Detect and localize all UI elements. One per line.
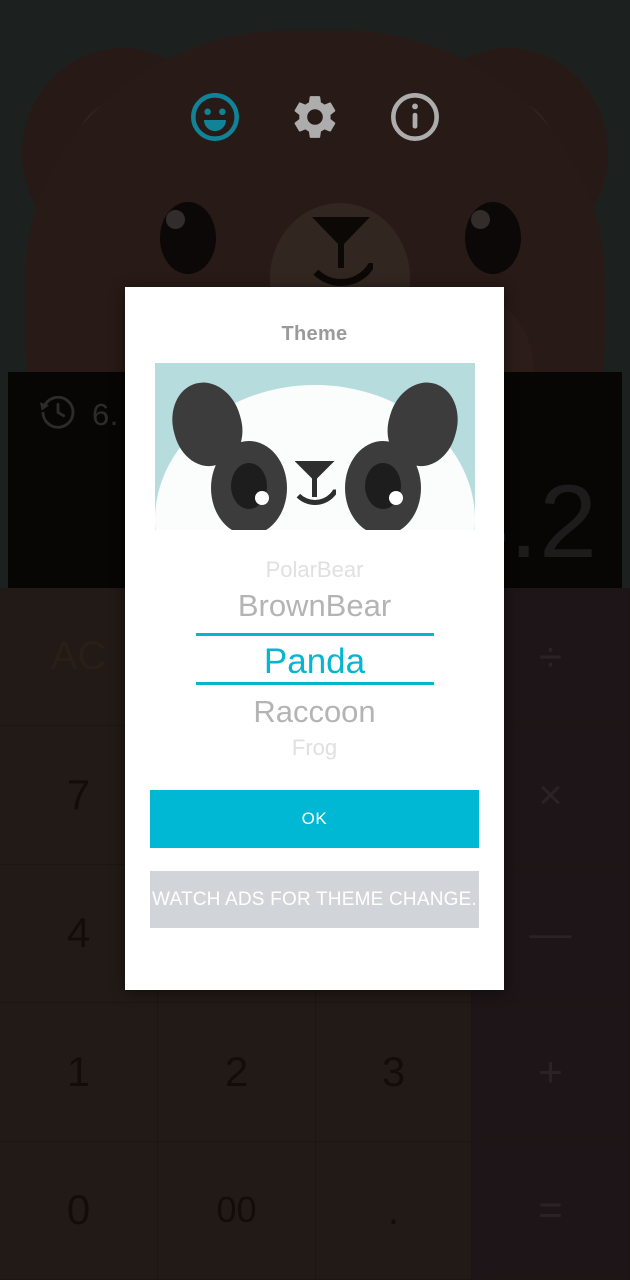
theme-picker[interactable]: PolarBear BrownBear Panda Raccoon Frog [150,556,480,762]
panda-glint-left-icon [254,491,269,505]
theme-option-raccoon[interactable]: Raccoon [150,690,480,734]
panda-pupil-right-icon [364,463,403,509]
panda-pupil-left-icon [230,463,269,509]
theme-option-frog[interactable]: Frog [150,734,480,762]
panda-preview-image [154,363,475,530]
dialog-title: Theme [281,323,348,345]
watch-ads-button[interactable]: WATCH ADS FOR THEME CHANGE. [150,871,479,928]
panda-eye-right-icon [344,441,421,530]
theme-option-brownbear[interactable]: BrownBear [150,584,480,628]
app-root: 6. 4.2 AC ÷ 7 × 4—1 2 3 +0 00. = Theme P… [0,0,630,1280]
theme-option-polarbear[interactable]: PolarBear [150,556,480,584]
theme-option-panda[interactable]: Panda [195,633,434,685]
ok-button[interactable]: OK [150,790,479,848]
panda-glint-right-icon [388,491,403,505]
theme-dialog: Theme PolarBear BrownBear Panda Raccoon Frog… [125,287,504,990]
panda-eye-left-icon [210,441,287,530]
